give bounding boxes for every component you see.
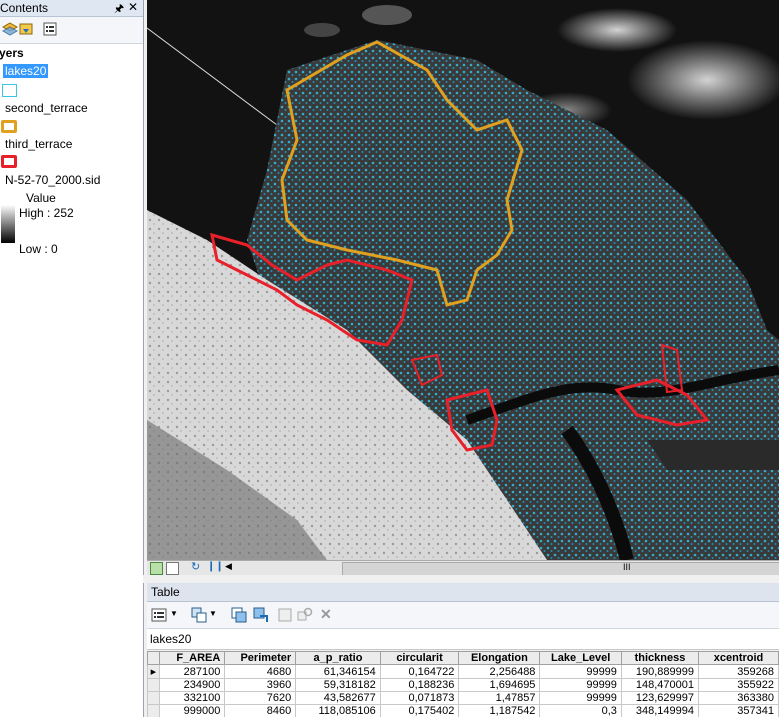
table-title: Table bbox=[151, 585, 180, 599]
table-cell[interactable]: 357341 bbox=[698, 704, 779, 717]
refresh-icon[interactable]: ↻ bbox=[191, 560, 200, 573]
options-icon[interactable] bbox=[42, 21, 58, 37]
layer-lakes20[interactable]: lakes20 bbox=[3, 64, 49, 78]
table-row[interactable]: 999000 8460 118,085106 0,175402 1,187542… bbox=[147, 704, 779, 717]
column-header[interactable]: thickness bbox=[620, 651, 700, 665]
column-header[interactable]: xcentroid bbox=[698, 651, 779, 665]
third-terrace-symbol bbox=[1, 155, 17, 168]
table-cell[interactable]: 99999 bbox=[539, 691, 622, 705]
switch-selection-icon[interactable] bbox=[253, 607, 269, 623]
table-cell[interactable]: 4680 bbox=[224, 664, 297, 679]
table-cell[interactable]: 1,187542 bbox=[458, 704, 541, 717]
raster-high-label: High : 252 bbox=[19, 206, 74, 220]
table-cell[interactable]: 0,175402 bbox=[379, 704, 460, 717]
select-by-attributes-icon[interactable] bbox=[231, 607, 247, 623]
column-header[interactable]: Perimeter bbox=[224, 651, 297, 665]
attribute-table: F_AREA Perimeter a_p_ratio circularit El… bbox=[147, 651, 779, 717]
layer-raster[interactable]: N-52-70_2000.sid bbox=[5, 173, 100, 187]
table-cell[interactable]: 148,470001 bbox=[620, 678, 700, 692]
second-terrace-symbol bbox=[1, 120, 17, 133]
table-titlebar: Table bbox=[147, 583, 779, 602]
table-row[interactable]: 332100 7620 43,582677 0,071873 1,47857 9… bbox=[147, 691, 779, 705]
table-cell[interactable]: 348,149994 bbox=[620, 704, 700, 717]
layout-view-icon[interactable] bbox=[166, 562, 179, 575]
table-cell[interactable]: 8460 bbox=[224, 704, 297, 717]
table-cell[interactable]: 7620 bbox=[224, 691, 297, 705]
scrollbar-grip: III bbox=[623, 562, 631, 572]
raster-ramp bbox=[1, 205, 15, 243]
column-header[interactable]: Elongation bbox=[458, 651, 541, 665]
clear-selection-icon[interactable] bbox=[277, 607, 293, 623]
horizontal-scrollbar[interactable]: III bbox=[342, 562, 779, 576]
table-row[interactable]: 234900 3960 59,318182 0,188236 1,694695 … bbox=[147, 678, 779, 692]
table-cell[interactable]: 99999 bbox=[539, 664, 622, 679]
column-header[interactable]: circularit bbox=[379, 651, 460, 665]
raster-field-label: Value bbox=[26, 191, 56, 205]
column-header[interactable]: Lake_Level bbox=[539, 651, 622, 665]
table-cell[interactable]: 999000 bbox=[158, 704, 226, 717]
table-cell[interactable]: 359268 bbox=[698, 664, 779, 679]
list-by-source-icon[interactable] bbox=[18, 21, 34, 37]
header-row: F_AREA Perimeter a_p_ratio circularit El… bbox=[147, 651, 779, 665]
table-cell[interactable]: 363380 bbox=[698, 691, 779, 705]
table-row[interactable]: ▸ 287100 4680 61,346154 0,164722 2,25648… bbox=[147, 664, 779, 679]
table-cell[interactable]: 2,256488 bbox=[458, 664, 541, 679]
table-options-icon[interactable] bbox=[151, 607, 167, 623]
table-cell[interactable]: 0,164722 bbox=[379, 664, 460, 679]
toc-pane: Contents 🖈 ✕ yers lakes20 second_terrace… bbox=[0, 0, 144, 717]
table-cell[interactable]: 355922 bbox=[698, 678, 779, 692]
table-name[interactable]: lakes20 bbox=[150, 632, 191, 646]
table-cell[interactable]: 3960 bbox=[224, 678, 297, 692]
layers-header: yers bbox=[0, 46, 24, 60]
column-header[interactable]: F_AREA bbox=[158, 651, 226, 665]
list-by-drawing-order-icon[interactable] bbox=[2, 21, 18, 37]
table-cell[interactable]: 287100 bbox=[158, 664, 226, 679]
splitter[interactable] bbox=[143, 575, 779, 583]
data-view-icon[interactable] bbox=[150, 562, 163, 575]
lakes20-symbol bbox=[2, 84, 17, 97]
row-selector[interactable] bbox=[147, 678, 160, 692]
table-cell[interactable]: 0,188236 bbox=[379, 678, 460, 692]
toc-title: Contents bbox=[0, 1, 49, 15]
table-cell[interactable]: 332100 bbox=[158, 691, 226, 705]
table-cell[interactable]: 99999 bbox=[539, 678, 622, 692]
table-cell[interactable]: 123,629997 bbox=[620, 691, 700, 705]
column-header[interactable]: a_p_ratio bbox=[295, 651, 381, 665]
table-cell[interactable]: 190,889999 bbox=[620, 664, 700, 679]
row-selector-header bbox=[147, 651, 160, 665]
table-cell[interactable]: 118,085106 bbox=[295, 704, 381, 717]
pause-icon[interactable]: ❙❙ bbox=[207, 561, 224, 572]
row-selector[interactable] bbox=[147, 704, 160, 717]
table-tab-bar: lakes20 bbox=[147, 629, 779, 650]
toc-titlebar: Contents 🖈 ✕ bbox=[0, 0, 143, 17]
layer-second-terrace[interactable]: second_terrace bbox=[5, 101, 88, 115]
table-toolbar: ▼ ▼ ✕ bbox=[147, 602, 779, 629]
raster-low-label: Low : 0 bbox=[19, 242, 58, 256]
table-cell[interactable]: 59,318182 bbox=[295, 678, 381, 692]
table-cell[interactable]: 0,071873 bbox=[379, 691, 460, 705]
table-cell[interactable]: 43,582677 bbox=[295, 691, 381, 705]
chevron-down-icon[interactable]: ▼ bbox=[170, 609, 178, 618]
satellite-map bbox=[147, 0, 779, 560]
zoom-to-selected-icon[interactable] bbox=[297, 607, 313, 623]
delete-selected-icon[interactable]: ✕ bbox=[320, 606, 332, 623]
toc-toolbar bbox=[0, 17, 143, 44]
related-tables-icon[interactable] bbox=[191, 607, 207, 623]
table-cell[interactable]: 1,694695 bbox=[458, 678, 541, 692]
table-cell[interactable]: 1,47857 bbox=[458, 691, 541, 705]
row-selector[interactable] bbox=[147, 691, 160, 705]
table-cell[interactable]: 0,3 bbox=[539, 704, 622, 717]
layer-third-terrace[interactable]: third_terrace bbox=[5, 137, 72, 151]
layer-name: lakes20 bbox=[3, 64, 49, 78]
scroll-left-icon[interactable]: ◀ bbox=[225, 561, 232, 572]
table-cell[interactable]: 61,346154 bbox=[295, 664, 381, 679]
chevron-down-icon[interactable]: ▼ bbox=[209, 609, 217, 618]
current-row-marker-icon[interactable]: ▸ bbox=[147, 664, 160, 679]
table-cell[interactable]: 234900 bbox=[158, 678, 226, 692]
map-view[interactable] bbox=[147, 0, 779, 560]
close-icon[interactable]: ✕ bbox=[128, 0, 138, 14]
